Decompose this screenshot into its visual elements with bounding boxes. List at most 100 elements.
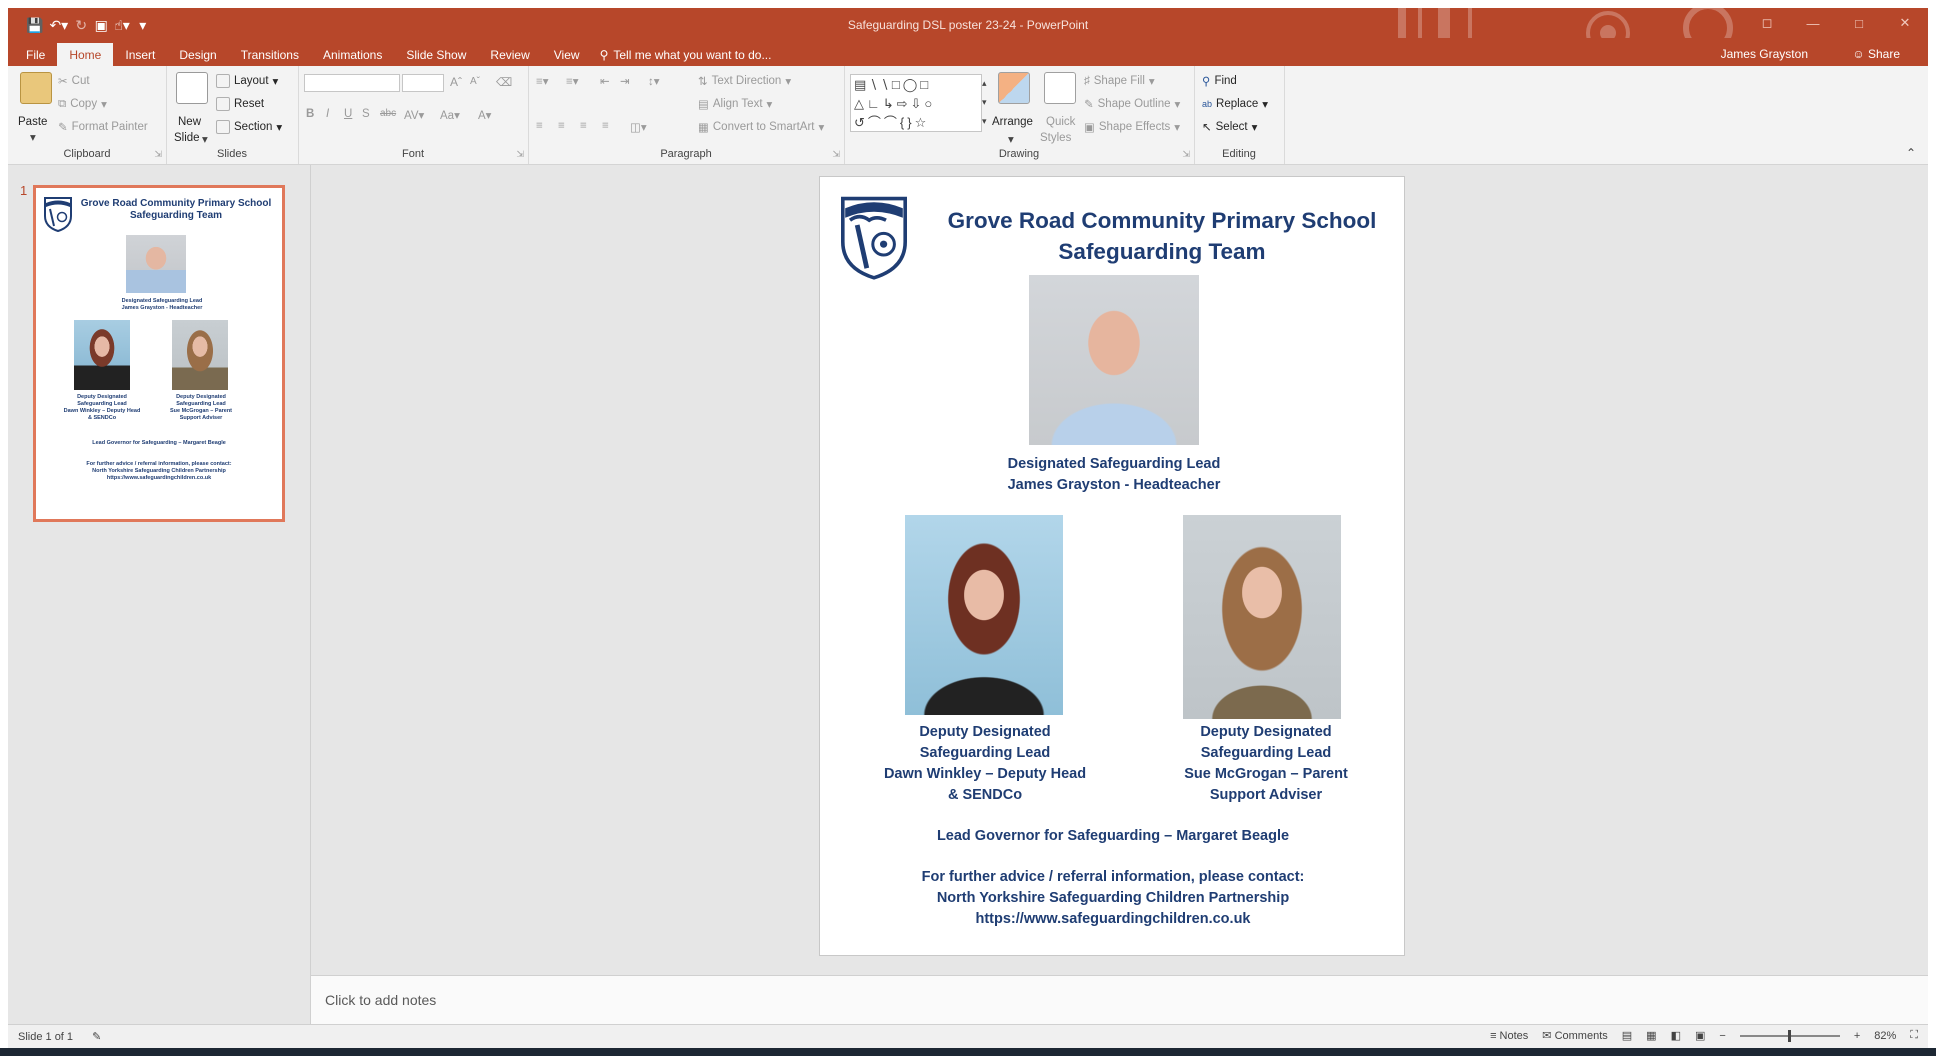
tab-home[interactable]: Home [57, 43, 114, 66]
replace-button[interactable]: ab Replace ▾ [1202, 97, 1268, 111]
align-left-icon[interactable]: ≡ [536, 120, 543, 132]
arrange-icon[interactable] [998, 72, 1030, 104]
clear-formatting-icon[interactable]: ⌫ [496, 75, 512, 89]
minimize-icon[interactable]: — [1790, 8, 1836, 38]
paste-dropdown-icon[interactable]: ▾ [30, 130, 36, 144]
new-slide-button[interactable]: New [178, 116, 201, 128]
clipboard-launcher-icon[interactable]: ⇲ [154, 149, 162, 160]
comments-toggle[interactable]: ✉ Comments [1542, 1029, 1607, 1042]
convert-smartart-button[interactable]: ▦ Convert to SmartArt ▾ [698, 120, 824, 134]
quick-styles-label-line2[interactable]: Styles [1040, 132, 1071, 144]
shape-outline-button[interactable]: ✎ Shape Outline ▾ [1084, 97, 1180, 111]
normal-view-icon[interactable]: ▤ [1622, 1029, 1632, 1042]
fit-slide-icon[interactable]: ⛶ [1910, 1029, 1918, 1042]
drawing-launcher-icon[interactable]: ⇲ [1182, 149, 1190, 160]
share-button[interactable]: ☺ Share [1852, 47, 1900, 61]
change-case-icon[interactable]: Aa▾ [440, 108, 460, 122]
decrease-indent-icon[interactable]: ⇤ [600, 74, 610, 88]
tab-view[interactable]: View [542, 43, 592, 66]
spellcheck-icon[interactable]: ✎ [92, 1031, 101, 1043]
shadow-icon[interactable]: S [362, 108, 370, 120]
text-direction-button[interactable]: ⇅ Text Direction ▾ [698, 74, 791, 88]
format-painter-button[interactable]: ✎ Format Painter [58, 120, 148, 134]
slide-thumbnail[interactable]: Grove Road Community Primary School Safe… [33, 185, 285, 522]
paste-button[interactable]: Paste [18, 116, 47, 128]
strikethrough-icon[interactable]: abc [380, 108, 396, 119]
deputy1-line1: Deputy Designated [919, 724, 1051, 740]
close-icon[interactable]: ✕ [1882, 8, 1928, 38]
tab-insert[interactable]: Insert [113, 43, 167, 66]
align-text-button[interactable]: ▤ Align Text ▾ [698, 97, 772, 111]
zoom-slider-thumb[interactable] [1787, 1029, 1791, 1042]
advice-text[interactable]: For further advice / referral informatio… [820, 867, 1406, 930]
tab-review[interactable]: Review [478, 43, 541, 66]
find-button[interactable]: ⚲ Find [1202, 74, 1237, 88]
italic-icon[interactable]: I [326, 108, 329, 120]
grow-font-icon[interactable]: Aˆ [450, 75, 462, 89]
copy-button[interactable]: ⧉ Copy ▾ [58, 97, 107, 112]
photo-headteacher[interactable] [1029, 275, 1199, 445]
font-launcher-icon[interactable]: ⇲ [516, 149, 524, 160]
increase-indent-icon[interactable]: ⇥ [620, 74, 630, 88]
zoom-out-icon[interactable]: − [1719, 1030, 1725, 1042]
zoom-in-icon[interactable]: + [1854, 1030, 1860, 1042]
new-slide-dropdown-icon[interactable]: ▾ [202, 132, 208, 146]
quick-styles-button[interactable]: Quick [1046, 116, 1075, 128]
new-slide-icon[interactable] [176, 72, 208, 104]
tab-animations[interactable]: Animations [311, 43, 394, 66]
ribbon-display-icon[interactable]: ◻ [1744, 8, 1790, 38]
tab-file[interactable]: File [8, 43, 57, 66]
deputy1-caption[interactable]: Deputy Designated Safeguarding Lead Dawn… [865, 722, 1105, 806]
font-size-box[interactable] [402, 74, 444, 92]
tab-slide-show[interactable]: Slide Show [394, 43, 478, 66]
arrange-button[interactable]: Arrange [992, 116, 1033, 128]
notes-toggle[interactable]: ≡ Notes [1490, 1030, 1528, 1042]
shapes-scroll-icon[interactable]: ▴ ▾ ▾ [982, 74, 987, 131]
governor-text[interactable]: Lead Governor for Safeguarding – Margare… [820, 826, 1406, 847]
reset-button[interactable]: Reset [216, 97, 264, 111]
shrink-font-icon[interactable]: Aˇ [470, 76, 480, 87]
shape-fill-button[interactable]: ♯ Shape Fill ▾ [1084, 74, 1155, 88]
collapse-ribbon-icon[interactable]: ⌃ [1906, 146, 1916, 160]
section-label: Section [234, 121, 273, 133]
shapes-gallery[interactable]: ▤∖∖□◯□ △∟↳⇨⇩○ ↺⌒⌒{}☆ [850, 74, 982, 132]
underline-icon[interactable]: U [344, 108, 352, 120]
slide-title[interactable]: Grove Road Community Primary School Safe… [920, 205, 1404, 267]
tab-transitions[interactable]: Transitions [229, 43, 311, 66]
align-center-icon[interactable]: ≡ [558, 120, 565, 132]
paste-icon[interactable] [20, 72, 52, 104]
photo-deputy-1[interactable] [905, 515, 1063, 715]
paragraph-launcher-icon[interactable]: ⇲ [832, 149, 840, 160]
reading-view-icon[interactable]: ◧ [1671, 1029, 1681, 1042]
character-spacing-icon[interactable]: AV▾ [404, 108, 424, 122]
slide-sorter-icon[interactable]: ▦ [1646, 1029, 1656, 1042]
section-button[interactable]: Section ▾ [216, 120, 282, 134]
new-slide-label-line2[interactable]: Slide [174, 132, 200, 144]
align-right-icon[interactable]: ≡ [580, 120, 587, 132]
tab-design[interactable]: Design [167, 43, 228, 66]
justify-icon[interactable]: ≡ [602, 120, 609, 132]
cut-button[interactable]: ✂ Cut [58, 74, 90, 88]
dsl-caption[interactable]: Designated Safeguarding Lead James Grays… [920, 454, 1308, 496]
maximize-icon[interactable]: □ [1836, 8, 1882, 38]
line-spacing-icon[interactable]: ↕▾ [648, 74, 660, 88]
slide-canvas[interactable]: Grove Road Community Primary School Safe… [819, 176, 1405, 956]
bold-icon[interactable]: B [306, 108, 314, 120]
photo-deputy-2[interactable] [1183, 515, 1341, 719]
shape-effects-button[interactable]: ▣ Shape Effects ▾ [1084, 120, 1180, 134]
arrange-dropdown-icon[interactable]: ▾ [1008, 132, 1014, 146]
font-color-icon[interactable]: A▾ [478, 108, 491, 122]
layout-button[interactable]: Layout ▾ [216, 74, 278, 88]
font-name-box[interactable] [304, 74, 400, 92]
slideshow-view-icon[interactable]: ▣ [1695, 1029, 1705, 1042]
bullets-icon[interactable]: ≡▾ [536, 74, 548, 88]
account-name[interactable]: James Grayston [1721, 47, 1808, 61]
zoom-slider[interactable] [1739, 1029, 1840, 1042]
deputy2-caption[interactable]: Deputy Designated Safeguarding Lead Sue … [1146, 722, 1386, 806]
columns-icon[interactable]: ◫▾ [630, 120, 647, 134]
tell-me-box[interactable]: ⚲ Tell me what you want to do... [592, 43, 784, 66]
quick-styles-icon[interactable] [1044, 72, 1076, 104]
select-button[interactable]: ↖ Select ▾ [1202, 120, 1257, 134]
numbering-icon[interactable]: ≡▾ [566, 74, 578, 88]
zoom-level[interactable]: 82% [1874, 1030, 1896, 1042]
